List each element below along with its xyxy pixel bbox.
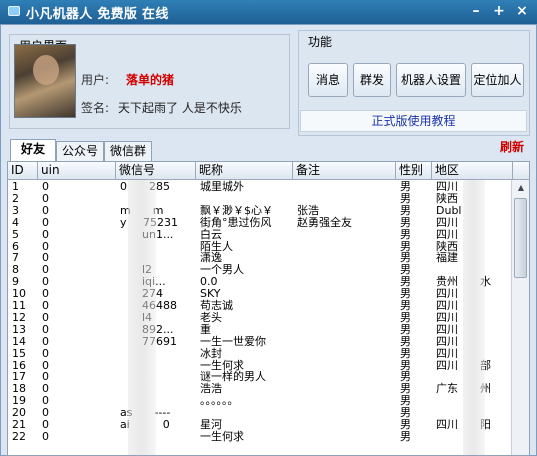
column-header-nickname[interactable]: 昵称	[196, 162, 293, 180]
robot-settings-button[interactable]: 机器人设置	[396, 63, 466, 97]
blurred-regions	[463, 180, 485, 455]
cell-gender: 男	[400, 429, 411, 443]
friends-grid[interactable]: ID uin 微信号 昵称 备注 性别 地区 100 285 城里城外男四川 2 0 男…	[7, 161, 530, 456]
vertical-scrollbar[interactable]: ▲	[511, 180, 529, 455]
title-bar: 小凡机器人 免费版 在线 – + ×	[0, 0, 537, 24]
column-header-uin[interactable]: uin	[38, 162, 116, 180]
sign-text: 天下起雨了 人是不快乐	[118, 101, 242, 115]
refresh-link[interactable]: 刷新	[500, 138, 524, 155]
tab-official-accounts[interactable]: 公众号	[56, 141, 104, 161]
sign-label: 签名:	[81, 101, 110, 115]
avatar	[14, 44, 76, 118]
function-panel-title: 功能	[306, 33, 335, 50]
tab-groups[interactable]: 微信群	[104, 141, 152, 161]
cell-id: 22	[12, 429, 26, 443]
user-label: 用户:	[81, 73, 110, 87]
column-header-region[interactable]: 地区	[432, 162, 513, 180]
broadcast-button[interactable]: 群发	[353, 63, 391, 97]
column-header-wechat-id[interactable]: 微信号	[116, 162, 196, 180]
scroll-up-icon[interactable]: ▲	[512, 180, 529, 196]
blurred-wechat-ids	[128, 180, 156, 455]
column-header-id[interactable]: ID	[8, 162, 38, 180]
scroll-thumb[interactable]	[514, 198, 527, 278]
maximize-icon[interactable]: +	[490, 2, 508, 20]
cell-nickname: 一生何求	[200, 429, 244, 443]
column-header-remark[interactable]: 备注	[293, 162, 396, 180]
cell-remark	[295, 430, 396, 443]
message-button[interactable]: 消息	[308, 63, 348, 97]
user-name: 落单的猪	[126, 73, 175, 87]
table-row[interactable]: 22 0 一生何求 男	[8, 429, 511, 443]
cell-uin: 0	[42, 429, 49, 443]
tutorial-button[interactable]: 正式版使用教程	[300, 110, 527, 132]
window-title: 小凡机器人 免费版 在线	[26, 7, 169, 22]
close-icon[interactable]: ×	[513, 2, 531, 20]
column-header-gender[interactable]: 性别	[396, 162, 432, 180]
grid-header: ID uin 微信号 昵称 备注 性别 地区	[8, 162, 529, 180]
locate-add-button[interactable]: 定位加人	[471, 63, 524, 97]
tab-friends[interactable]: 好友	[10, 139, 56, 161]
minimize-icon[interactable]: –	[467, 2, 485, 20]
app-icon	[8, 6, 20, 16]
